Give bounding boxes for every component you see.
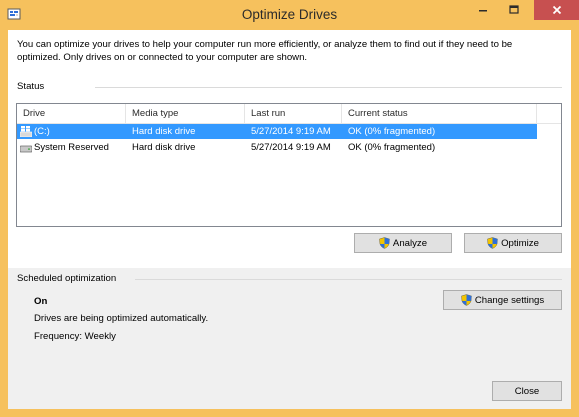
schedule-description: Drives are being optimized automatically… — [34, 313, 209, 324]
drive-last-run: 5/27/2014 9:19 AM — [251, 126, 331, 137]
drive-media-type: Hard disk drive — [132, 142, 196, 153]
schedule-state: On — [34, 296, 48, 307]
schedule-frequency: Frequency: Weekly — [34, 331, 116, 342]
scheduled-divider — [135, 279, 562, 280]
intro-text: You can optimize your drives to help you… — [17, 39, 513, 63]
change-settings-button[interactable]: Change settings — [443, 290, 562, 310]
close-label: Close — [514, 385, 540, 397]
maximize-icon — [508, 5, 519, 14]
windows-drive-icon — [20, 126, 32, 137]
uac-shield-icon — [487, 237, 498, 249]
drive-media-type: Hard disk drive — [132, 126, 196, 137]
analyze-button[interactable]: Analyze — [354, 233, 452, 253]
optimize-button[interactable]: Optimize — [464, 233, 562, 253]
optimize-drives-window: Optimize Drives You can optimize your dr… — [0, 0, 579, 417]
close-button[interactable]: Close — [492, 381, 562, 401]
maximize-button[interactable] — [500, 0, 527, 20]
change-settings-label: Change settings — [474, 294, 545, 306]
column-header-last-run[interactable]: Last run — [245, 104, 342, 124]
hard-drive-icon — [20, 145, 32, 153]
uac-shield-icon — [461, 294, 472, 306]
optimize-label: Optimize — [501, 237, 539, 249]
minimize-button[interactable] — [469, 0, 496, 20]
status-divider — [95, 87, 562, 88]
column-header-drive[interactable]: Drive — [17, 104, 126, 124]
scheduled-section-label: Scheduled optimization — [17, 273, 117, 284]
close-window-button[interactable] — [534, 0, 579, 20]
drive-name: System Reserved — [34, 142, 109, 153]
drives-list[interactable]: Drive Media type Last run Current status… — [16, 103, 562, 227]
drive-name: (C:) — [34, 126, 50, 137]
minimize-icon — [478, 10, 487, 12]
drives-list-header: Drive Media type Last run Current status — [17, 104, 561, 124]
drive-row-c[interactable]: (C:) Hard disk drive 5/27/2014 9:19 AM O… — [17, 124, 537, 139]
drive-current-status: OK (0% fragmented) — [348, 126, 436, 137]
drive-row-system-reserved[interactable]: System Reserved Hard disk drive 5/27/201… — [17, 140, 537, 155]
close-icon — [552, 5, 561, 15]
drive-current-status: OK (0% fragmented) — [348, 142, 436, 153]
column-header-current-status[interactable]: Current status — [342, 104, 537, 124]
dialog-body: You can optimize your drives to help you… — [8, 30, 571, 409]
column-header-media-type[interactable]: Media type — [126, 104, 245, 124]
title-bar[interactable]: Optimize Drives — [0, 0, 579, 30]
status-section-label: Status — [17, 81, 45, 92]
uac-shield-icon — [379, 237, 390, 249]
drive-last-run: 5/27/2014 9:19 AM — [251, 142, 331, 153]
analyze-label: Analyze — [392, 237, 428, 249]
